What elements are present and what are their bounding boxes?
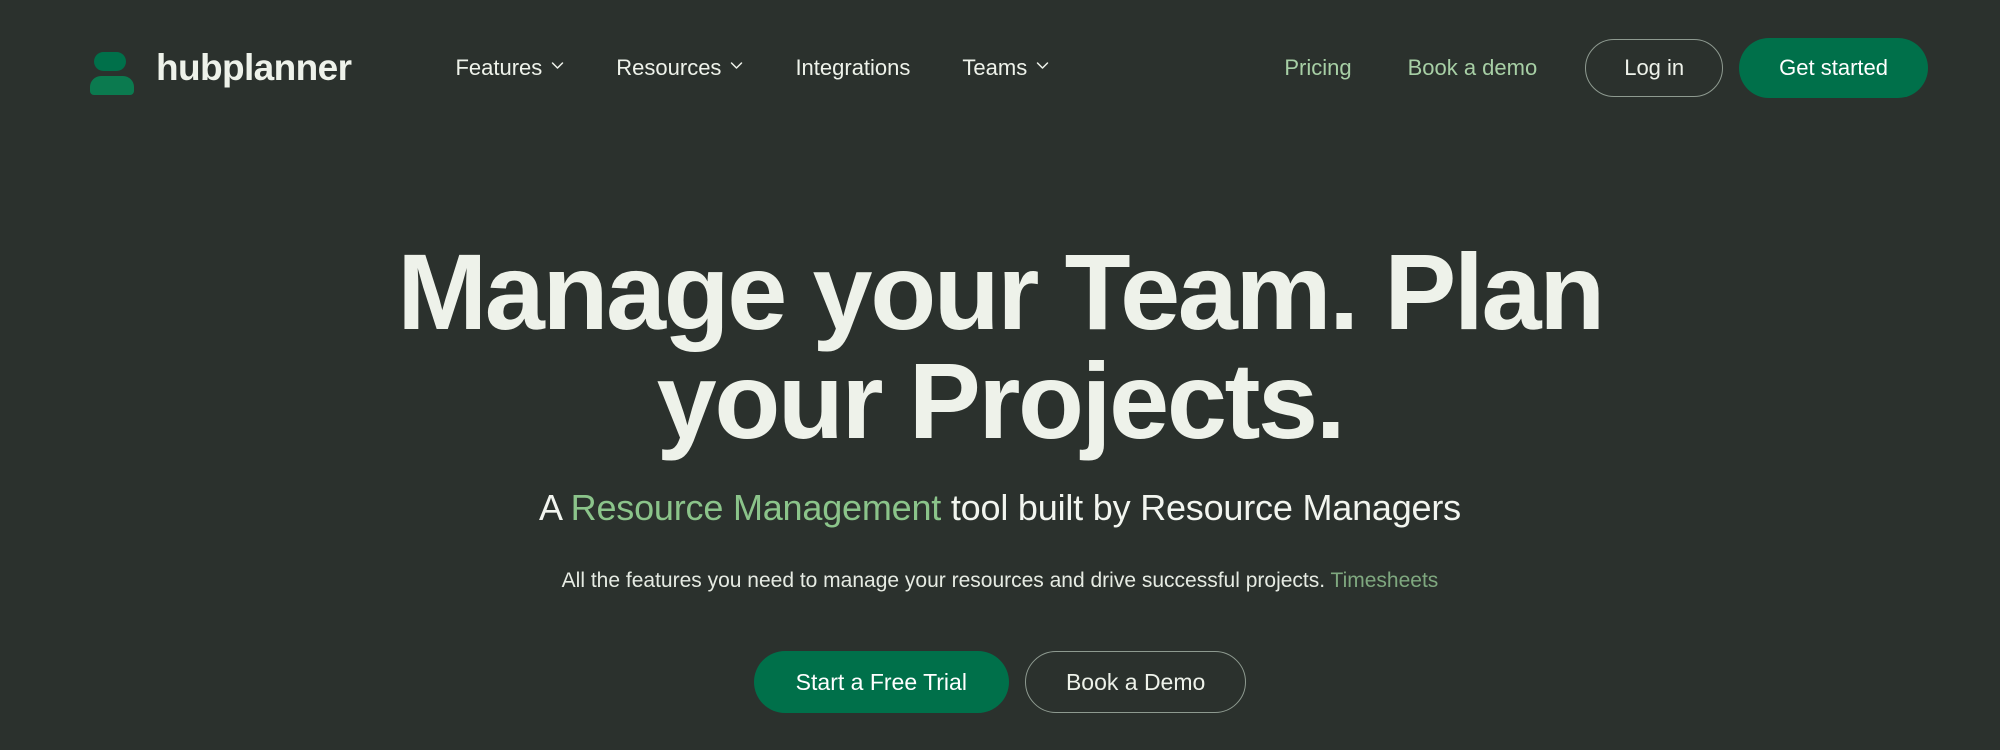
chevron-down-icon — [1036, 59, 1049, 72]
nav-link-pricing[interactable]: Pricing — [1256, 45, 1379, 91]
hero-subheadline: A Resource Management tool built by Reso… — [0, 485, 2000, 532]
nav-item-features[interactable]: Features — [429, 45, 590, 91]
brand-name: hubplanner — [156, 47, 352, 88]
get-started-button[interactable]: Get started — [1739, 37, 1928, 98]
nav-item-label: Teams — [962, 54, 1028, 80]
headline-line-1: Manage your Team. Plan — [397, 231, 1605, 352]
hero-description: All the features you need to manage your… — [0, 566, 2000, 595]
site-header: hubplanner Features Resources Integratio… — [0, 0, 2000, 135]
description-text: All the features you need to manage your… — [561, 568, 1331, 592]
nav-item-label: Resources — [616, 54, 722, 80]
chevron-down-icon — [730, 59, 743, 72]
subheadline-suffix: tool built by Resource Managers — [941, 487, 1461, 529]
subheadline-accent: Resource Management — [570, 487, 942, 529]
logo-bar-top — [94, 51, 126, 71]
brand-logo[interactable]: hubplanner — [90, 44, 352, 95]
page-title: Manage your Team. Plan your Projects. — [0, 237, 2000, 455]
hubplanner-logo-icon — [90, 44, 136, 95]
description-link-timesheets[interactable]: Timesheets — [1331, 569, 1439, 592]
nav-item-label: Features — [455, 54, 543, 80]
nav-item-integrations[interactable]: Integrations — [769, 45, 936, 91]
nav-item-label: Integrations — [795, 54, 911, 80]
nav-item-resources[interactable]: Resources — [590, 45, 769, 91]
hero-section: Manage your Team. Plan your Projects. A … — [0, 135, 2000, 714]
start-free-trial-button[interactable]: Start a Free Trial — [753, 651, 1009, 714]
nav-link-book-a-demo[interactable]: Book a demo — [1380, 45, 1566, 91]
secondary-navigation: Pricing Book a demo Log in Get started — [1256, 37, 1928, 98]
logo-bar-bottom — [90, 75, 134, 95]
hero-cta-row: Start a Free Trial Book a Demo — [0, 651, 2000, 714]
book-a-demo-button[interactable]: Book a Demo — [1024, 651, 1247, 714]
landing-page: hubplanner Features Resources Integratio… — [0, 0, 2000, 750]
headline-line-2: your Projects. — [656, 340, 1346, 462]
subheadline-prefix: A — [539, 487, 571, 529]
login-button[interactable]: Log in — [1585, 38, 1724, 97]
primary-navigation: Features Resources Integrations Teams — [429, 45, 1075, 91]
nav-item-teams[interactable]: Teams — [936, 45, 1075, 91]
chevron-down-icon — [551, 59, 564, 72]
